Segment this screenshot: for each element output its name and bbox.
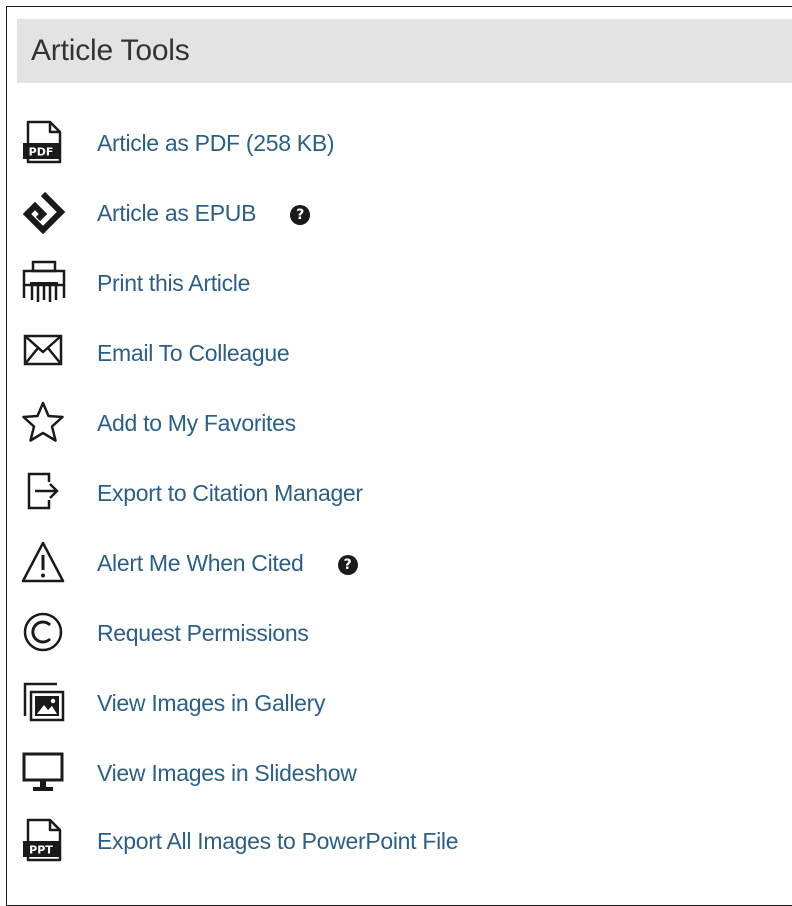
tool-item-view-gallery[interactable]: View Images in Gallery [17, 677, 777, 727]
image-gallery-icon[interactable] [17, 677, 73, 727]
copyright-icon[interactable] [17, 607, 73, 657]
tool-label-add-favorites[interactable]: Add to My Favorites [97, 409, 296, 437]
article-tools-panel: Article Tools PDF Article as PDF (258 KB… [6, 6, 792, 906]
tool-label-article-epub[interactable]: Article as EPUB? [97, 199, 311, 227]
epub-icon[interactable] [17, 187, 73, 237]
tool-label-view-gallery[interactable]: View Images in Gallery [97, 689, 325, 717]
tool-label-view-slideshow[interactable]: View Images in Slideshow [97, 759, 357, 787]
alert-help-icon[interactable]: ? [337, 555, 358, 575]
pdf-file-icon[interactable]: PDF [17, 117, 73, 167]
tool-item-article-pdf[interactable]: PDF Article as PDF (258 KB) [17, 117, 777, 167]
tool-item-export-powerpoint[interactable]: PPT Export All Images to PowerPoint File [17, 815, 777, 865]
tool-label-email-colleague[interactable]: Email To Colleague [97, 339, 290, 367]
tool-item-alert-cited[interactable]: Alert Me When Cited? [17, 537, 777, 587]
ppt-file-icon[interactable]: PPT [17, 815, 73, 865]
envelope-icon[interactable] [17, 327, 73, 377]
warning-icon[interactable] [17, 537, 73, 587]
svg-text:PDF: PDF [29, 146, 54, 159]
tool-item-add-favorites[interactable]: Add to My Favorites [17, 397, 777, 447]
export-icon[interactable] [17, 467, 73, 517]
tool-label-export-citation[interactable]: Export to Citation Manager [97, 479, 363, 507]
star-icon[interactable] [17, 397, 73, 447]
tool-list: PDF Article as PDF (258 KB) Article as E… [7, 7, 792, 905]
printer-icon[interactable] [17, 257, 73, 307]
tool-label-article-pdf[interactable]: Article as PDF (258 KB) [97, 129, 335, 157]
tool-item-export-citation[interactable]: Export to Citation Manager [17, 467, 777, 517]
tool-item-view-slideshow[interactable]: View Images in Slideshow [17, 747, 777, 797]
tool-item-request-permissions[interactable]: Request Permissions [17, 607, 777, 657]
monitor-icon[interactable] [17, 747, 73, 797]
svg-text:PPT: PPT [29, 844, 53, 857]
tool-label-request-permissions[interactable]: Request Permissions [97, 619, 309, 647]
tool-item-email-colleague[interactable]: Email To Colleague [17, 327, 777, 377]
tool-item-article-epub[interactable]: Article as EPUB? [17, 187, 777, 237]
tool-label-alert-cited[interactable]: Alert Me When Cited? [97, 549, 358, 577]
tool-item-print-article[interactable]: Print this Article [17, 257, 777, 307]
tool-label-export-powerpoint[interactable]: Export All Images to PowerPoint File [97, 827, 459, 855]
epub-help-icon[interactable]: ? [290, 205, 311, 225]
tool-label-print-article[interactable]: Print this Article [97, 269, 250, 297]
